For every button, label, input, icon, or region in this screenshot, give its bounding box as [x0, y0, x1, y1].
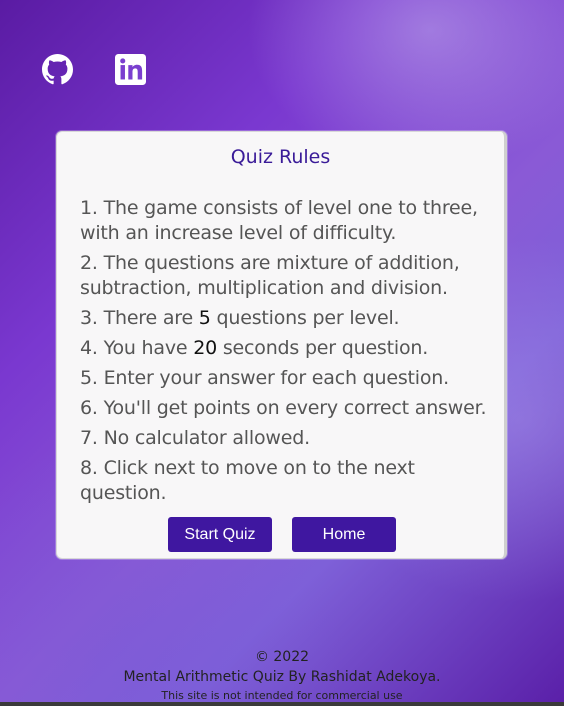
rule-item: 2. The questions are mixture of addition… — [80, 251, 490, 301]
rule-item: 5. Enter your answer for each question. — [80, 366, 490, 391]
rule-item: 7. No calculator allowed. — [80, 426, 490, 451]
rule-text: 3. There are — [80, 307, 199, 329]
rule-text: 1. The game consists of level one to thr… — [80, 197, 478, 244]
rule-text-tail: seconds per question. — [217, 337, 429, 359]
rule-item: 1. The game consists of level one to thr… — [80, 196, 490, 246]
rule-number: 5 — [198, 307, 211, 329]
rule-text: 7. No calculator allowed. — [80, 427, 310, 449]
start-quiz-button[interactable]: Start Quiz — [168, 517, 272, 552]
linkedin-link[interactable] — [115, 54, 146, 85]
rule-item: 3. There are 5 questions per level. — [80, 306, 490, 331]
github-link[interactable] — [42, 54, 73, 85]
home-button[interactable]: Home — [292, 517, 396, 552]
rule-item: 6. You'll get points on every correct an… — [80, 396, 490, 421]
rule-text-tail: questions per level. — [210, 307, 400, 329]
rule-item: 8. Click next to move on to the next que… — [80, 456, 490, 506]
rules-list: 1. The game consists of level one to thr… — [80, 196, 490, 511]
action-buttons: Start Quiz Home — [168, 517, 396, 552]
rule-text: 8. Click next to move on to the next que… — [80, 457, 415, 504]
rule-number: 20 — [193, 337, 217, 359]
disclaimer-text: This site is not intended for commercial… — [161, 689, 403, 702]
social-links — [42, 54, 146, 85]
bottom-strip — [0, 702, 564, 706]
credit-text: Mental Arithmetic Quiz By Rashidat Adeko… — [123, 669, 441, 685]
rule-item: 4. You have 20 seconds per question. — [80, 336, 490, 361]
card-title: Quiz Rules — [230, 146, 331, 168]
quiz-rules-card: Quiz Rules 1. The game consists of level… — [56, 131, 507, 559]
rule-text: 5. Enter your answer for each question. — [80, 367, 449, 389]
copyright-text: © 2022 — [254, 649, 310, 665]
footer: © 2022 Mental Arithmetic Quiz By Rashida… — [0, 648, 564, 703]
rule-text: 4. You have — [80, 337, 194, 359]
linkedin-icon — [115, 54, 146, 85]
rule-text: 2. The questions are mixture of addition… — [80, 252, 460, 299]
rule-text: 6. You'll get points on every correct an… — [80, 397, 487, 419]
github-icon — [42, 54, 73, 85]
